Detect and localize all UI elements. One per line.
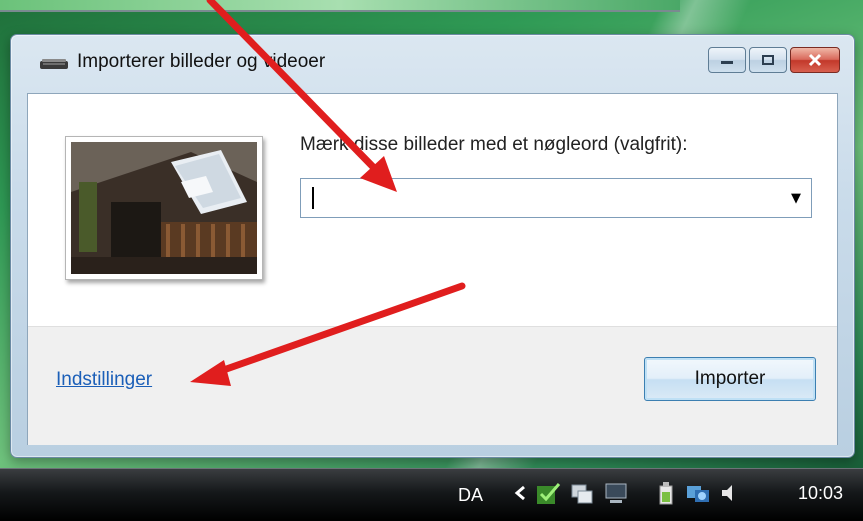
minimize-button[interactable] (708, 47, 746, 73)
import-dialog: Importerer billeder og videoer Mærk diss… (10, 34, 855, 458)
taskbar: DA 10:03 (0, 468, 863, 521)
power-icon[interactable] (655, 480, 677, 511)
keyword-combobox[interactable]: ▼ (300, 178, 812, 218)
close-button[interactable] (790, 47, 840, 73)
system-tray: DA 10:03 (458, 469, 843, 521)
maximize-icon (762, 55, 774, 65)
network-status-icon[interactable] (685, 480, 711, 511)
security-check-icon[interactable] (535, 480, 561, 511)
dropdown-button[interactable]: ▼ (781, 179, 811, 217)
taskbar-clock[interactable]: 10:03 (798, 483, 843, 504)
maximize-button[interactable] (749, 47, 787, 73)
network-icon[interactable] (569, 480, 595, 511)
minimize-icon (721, 61, 733, 64)
chevron-left-icon[interactable] (513, 483, 527, 508)
import-button[interactable]: Importer (644, 357, 816, 401)
window-title: Importerer billeder og videoer (77, 51, 326, 72)
keyword-prompt-label: Mærk disse billeder med et nøgleord (val… (300, 134, 688, 155)
dialog-footer: Indstillinger Importer (28, 326, 837, 445)
volume-icon[interactable] (719, 480, 737, 511)
room-photo (71, 142, 257, 274)
keyword-input[interactable] (301, 180, 781, 216)
text-caret (312, 187, 314, 209)
photo-thumbnail (65, 136, 263, 280)
settings-link[interactable]: Indstillinger (56, 369, 152, 391)
title-bar[interactable]: Importerer billeder og videoer (11, 35, 854, 91)
scanner-icon (40, 59, 68, 69)
display-icon[interactable] (603, 480, 629, 511)
chevron-down-icon: ▼ (791, 190, 801, 206)
language-indicator[interactable]: DA (458, 485, 483, 506)
dialog-content: Mærk disse billeder med et nøgleord (val… (27, 93, 838, 445)
close-icon (808, 53, 822, 67)
background-window-edge (0, 0, 680, 12)
